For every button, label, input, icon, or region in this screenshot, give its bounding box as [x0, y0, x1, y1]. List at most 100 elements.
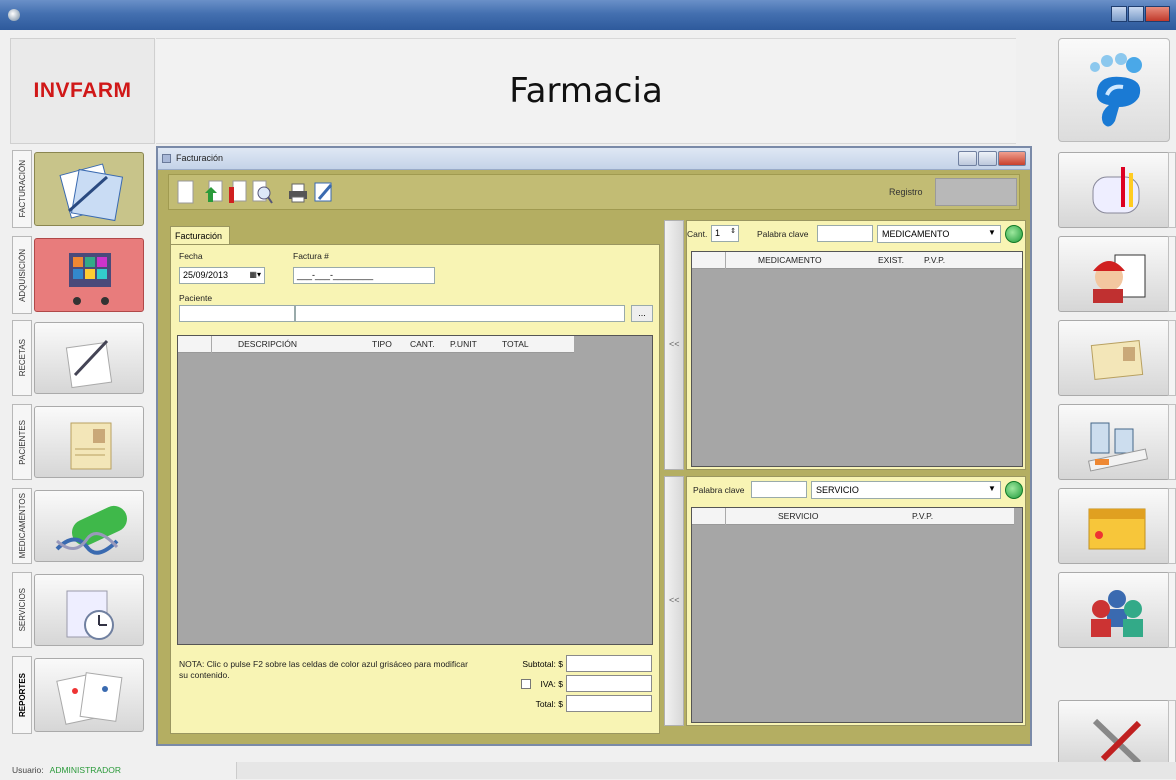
palabra-clave-servicio-label: Palabra clave: [693, 485, 745, 495]
print-icon[interactable]: [287, 179, 309, 206]
nav-tab-label: PACIENTES: [17, 419, 27, 465]
window-icon: [162, 154, 171, 163]
page-title-bar: Farmacia: [156, 38, 1016, 144]
servicios-pane: Palabra clave SERVICIO ▼ SERVICIO P.V.P.: [686, 476, 1026, 726]
nav-tab-5[interactable]: MEDICAMENTOS: [12, 488, 32, 564]
inner-maximize-button[interactable]: [978, 151, 998, 166]
col-pvp: P.V.P.: [924, 255, 946, 265]
nav-button-4[interactable]: [34, 406, 144, 478]
medicamento-category-select[interactable]: MEDICAMENTO ▼: [877, 225, 1001, 243]
help-button[interactable]: [1058, 38, 1170, 142]
close-button[interactable]: [1145, 6, 1171, 22]
nav-tab-label: MEDICAMENTOS: [17, 493, 27, 559]
nav-tab-label: SERVICIOS: [17, 588, 27, 632]
factura-number-input[interactable]: ___-___-________: [293, 267, 435, 284]
right-nav-button-2[interactable]: [1058, 236, 1170, 312]
search-icon[interactable]: [251, 179, 273, 206]
fecha-label: Fecha: [179, 251, 203, 261]
factura-grid-header: DESCRIPCIÓN TIPO CANT. P.UNIT TOTAL: [178, 336, 574, 353]
calendar-dropdown-icon[interactable]: ▦▾: [249, 270, 261, 279]
inner-minimize-button[interactable]: [958, 151, 978, 166]
add-medicamento-splitter[interactable]: <<: [664, 220, 684, 470]
pill-capsule-icon: [55, 505, 127, 555]
medicamentos-pane: Cant. 1 ⇕ Palabra clave MEDICAMENTO ▼ ME…: [686, 220, 1026, 470]
calendar-icon: [1088, 508, 1146, 550]
nav-tab-1[interactable]: FACTURACIÓN: [12, 150, 32, 228]
nav-tab-label: RECETAS: [17, 339, 27, 377]
right-nav-button-5[interactable]: [1058, 488, 1170, 564]
nav-tab-label: ADQUISICIÓN: [17, 248, 27, 302]
nav-button-3[interactable]: [34, 322, 144, 394]
factura-detail-grid[interactable]: DESCRIPCIÓN TIPO CANT. P.UNIT TOTAL: [177, 335, 653, 645]
prescription-icon: [65, 339, 113, 389]
col-total: TOTAL: [502, 339, 529, 349]
right-nav-button-1[interactable]: [1058, 152, 1170, 228]
right-nav-tab-1[interactable]: [1168, 152, 1176, 228]
refresh-servicios-icon[interactable]: [1005, 481, 1023, 499]
medicamentos-grid[interactable]: MEDICAMENTO EXIST. P.V.P.: [691, 251, 1023, 467]
maximize-button[interactable]: [1128, 6, 1145, 22]
servicio-keyword-input[interactable]: [751, 481, 807, 498]
medicamentos-grid-header: MEDICAMENTO EXIST. P.V.P.: [692, 252, 1022, 269]
right-nav-button-7[interactable]: [1058, 700, 1170, 766]
medicamento-keyword-input[interactable]: [817, 225, 873, 242]
nav-tab-label: REPORTES: [17, 672, 27, 717]
new-document-icon[interactable]: [175, 179, 197, 206]
right-nav-tab-5[interactable]: [1168, 488, 1176, 564]
inner-close-button[interactable]: [998, 151, 1026, 166]
spinner-arrows-icon[interactable]: ⇕: [730, 227, 736, 235]
chevron-down-icon: ▼: [988, 228, 996, 237]
patient-card-icon: [70, 422, 112, 470]
factura-label: Factura #: [293, 251, 329, 261]
nav-button-5[interactable]: [34, 490, 144, 562]
window-controls: [1110, 6, 1171, 22]
iva-field: [566, 675, 652, 692]
total-field: [566, 695, 652, 712]
refresh-medicamentos-icon[interactable]: [1005, 225, 1023, 243]
facturacion-window-title: Facturación: [176, 153, 224, 163]
nav-tab-7[interactable]: REPORTES: [12, 656, 32, 734]
col-servicio-pvp: P.V.P.: [912, 511, 934, 521]
row-header-cell: [178, 336, 212, 353]
right-nav-tab-2[interactable]: [1168, 236, 1176, 312]
app-logo: INVFARM: [10, 38, 155, 144]
col-servicio: SERVICIO: [778, 511, 819, 521]
tab-facturacion[interactable]: Facturación: [170, 226, 230, 244]
right-nav-tab-3[interactable]: [1168, 320, 1176, 396]
nav-button-6[interactable]: [34, 574, 144, 646]
right-nav-tab-7[interactable]: [1168, 700, 1176, 766]
right-nav-button-4[interactable]: [1058, 404, 1170, 480]
edit-icon[interactable]: [313, 179, 335, 206]
paciente-search-button[interactable]: ...: [631, 305, 653, 322]
paciente-label: Paciente: [179, 293, 213, 303]
right-nav-button-6[interactable]: [1058, 572, 1170, 648]
nav-button-7[interactable]: [34, 658, 144, 732]
nav-button-1[interactable]: [34, 152, 144, 226]
right-nav-button-3[interactable]: [1058, 320, 1170, 396]
delete-icon[interactable]: [227, 179, 249, 206]
add-medicamento-arrow: <<: [669, 339, 680, 349]
servicio-category-select[interactable]: SERVICIO ▼: [811, 481, 1001, 499]
right-nav-tab-6[interactable]: [1168, 572, 1176, 648]
medicines-icon: [1088, 422, 1148, 472]
right-nav-tab-4[interactable]: [1168, 404, 1176, 480]
shopping-cart-icon: [69, 253, 111, 305]
save-icon[interactable]: [203, 179, 225, 206]
servicio-select-value: SERVICIO: [816, 485, 859, 495]
paciente-id-input[interactable]: [179, 305, 295, 322]
facturacion-window: Facturación Registro Facturación Fecha 2…: [156, 146, 1032, 746]
nav-button-2[interactable]: [34, 238, 144, 312]
fecha-datepicker[interactable]: 25/09/2013 ▦▾: [179, 267, 265, 284]
servicios-grid[interactable]: SERVICIO P.V.P.: [691, 507, 1023, 723]
user-label: Usuario:: [12, 765, 44, 775]
reports-icon: [56, 672, 123, 725]
cant-spinner[interactable]: 1 ⇕: [711, 225, 739, 242]
nav-tab-4[interactable]: PACIENTES: [12, 404, 32, 480]
add-servicio-splitter[interactable]: <<: [664, 476, 684, 726]
paciente-name-input[interactable]: [295, 305, 625, 322]
nav-tab-3[interactable]: RECETAS: [12, 320, 32, 396]
minimize-button[interactable]: [1111, 6, 1128, 22]
nav-tab-2[interactable]: ADQUISICIÓN: [12, 236, 32, 314]
user-doctor-icon: [1093, 254, 1146, 303]
nav-tab-6[interactable]: SERVICIOS: [12, 572, 32, 648]
